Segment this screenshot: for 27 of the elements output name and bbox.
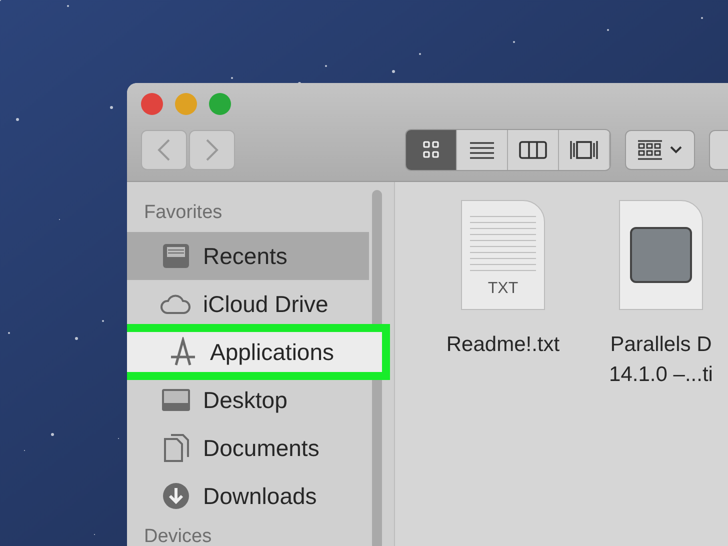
- group-by-button[interactable]: [625, 130, 695, 170]
- sidebar-item[interactable]: Documents: [127, 424, 369, 472]
- list-view-icon[interactable]: [457, 130, 508, 170]
- sidebar-heading: Favorites: [143, 201, 224, 225]
- column-view-icon[interactable]: [508, 130, 559, 170]
- file-name: Readme!.txt: [446, 332, 560, 358]
- disk-image-icon: [619, 200, 703, 310]
- back-button[interactable]: [141, 130, 187, 170]
- forward-button[interactable]: [189, 130, 235, 170]
- text-document-icon: TXT: [461, 200, 545, 310]
- window-control-button[interactable]: [209, 93, 231, 115]
- chevron-left-icon: [157, 138, 171, 162]
- sidebar-heading: Devices: [143, 525, 213, 546]
- sidebar-item[interactable]: Applications: [127, 324, 390, 380]
- window-control-button[interactable]: [141, 93, 163, 115]
- chevron-down-icon: [669, 145, 683, 155]
- file-item[interactable]: TXT Readme!.txt: [439, 200, 567, 546]
- window-control-button[interactable]: [175, 93, 197, 115]
- file-item[interactable]: Parallels D 14.1.0 –...ti: [597, 200, 725, 546]
- chevron-right-icon: [205, 138, 219, 162]
- grid-icon: [637, 140, 663, 160]
- sidebar-item[interactable]: Recents: [127, 232, 369, 280]
- sidebar-item[interactable]: Downloads: [127, 472, 369, 520]
- file-name: 14.1.0 –...ti: [609, 362, 713, 388]
- gallery-view-icon[interactable]: [559, 130, 610, 170]
- file-name: Parallels D: [610, 332, 712, 358]
- icon-view-icon[interactable]: [406, 130, 457, 170]
